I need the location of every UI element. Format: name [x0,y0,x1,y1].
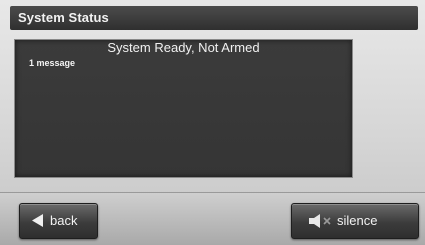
title-bar: System Status [10,6,418,30]
status-message-panel: System Ready, Not Armed 1 message [14,39,353,178]
silence-button-label: silence [337,213,378,228]
back-button[interactable]: back [19,203,98,239]
back-arrow-icon [32,214,43,227]
speaker-muted-icon [309,214,331,228]
message-count[interactable]: 1 message [29,58,75,68]
page-title: System Status [18,10,109,25]
back-button-label: back [50,213,78,228]
system-status-text: System Ready, Not Armed [107,40,260,55]
status-screen: System Status System Ready, Not Armed 1 … [0,0,425,245]
silence-button[interactable]: silence [291,203,419,239]
